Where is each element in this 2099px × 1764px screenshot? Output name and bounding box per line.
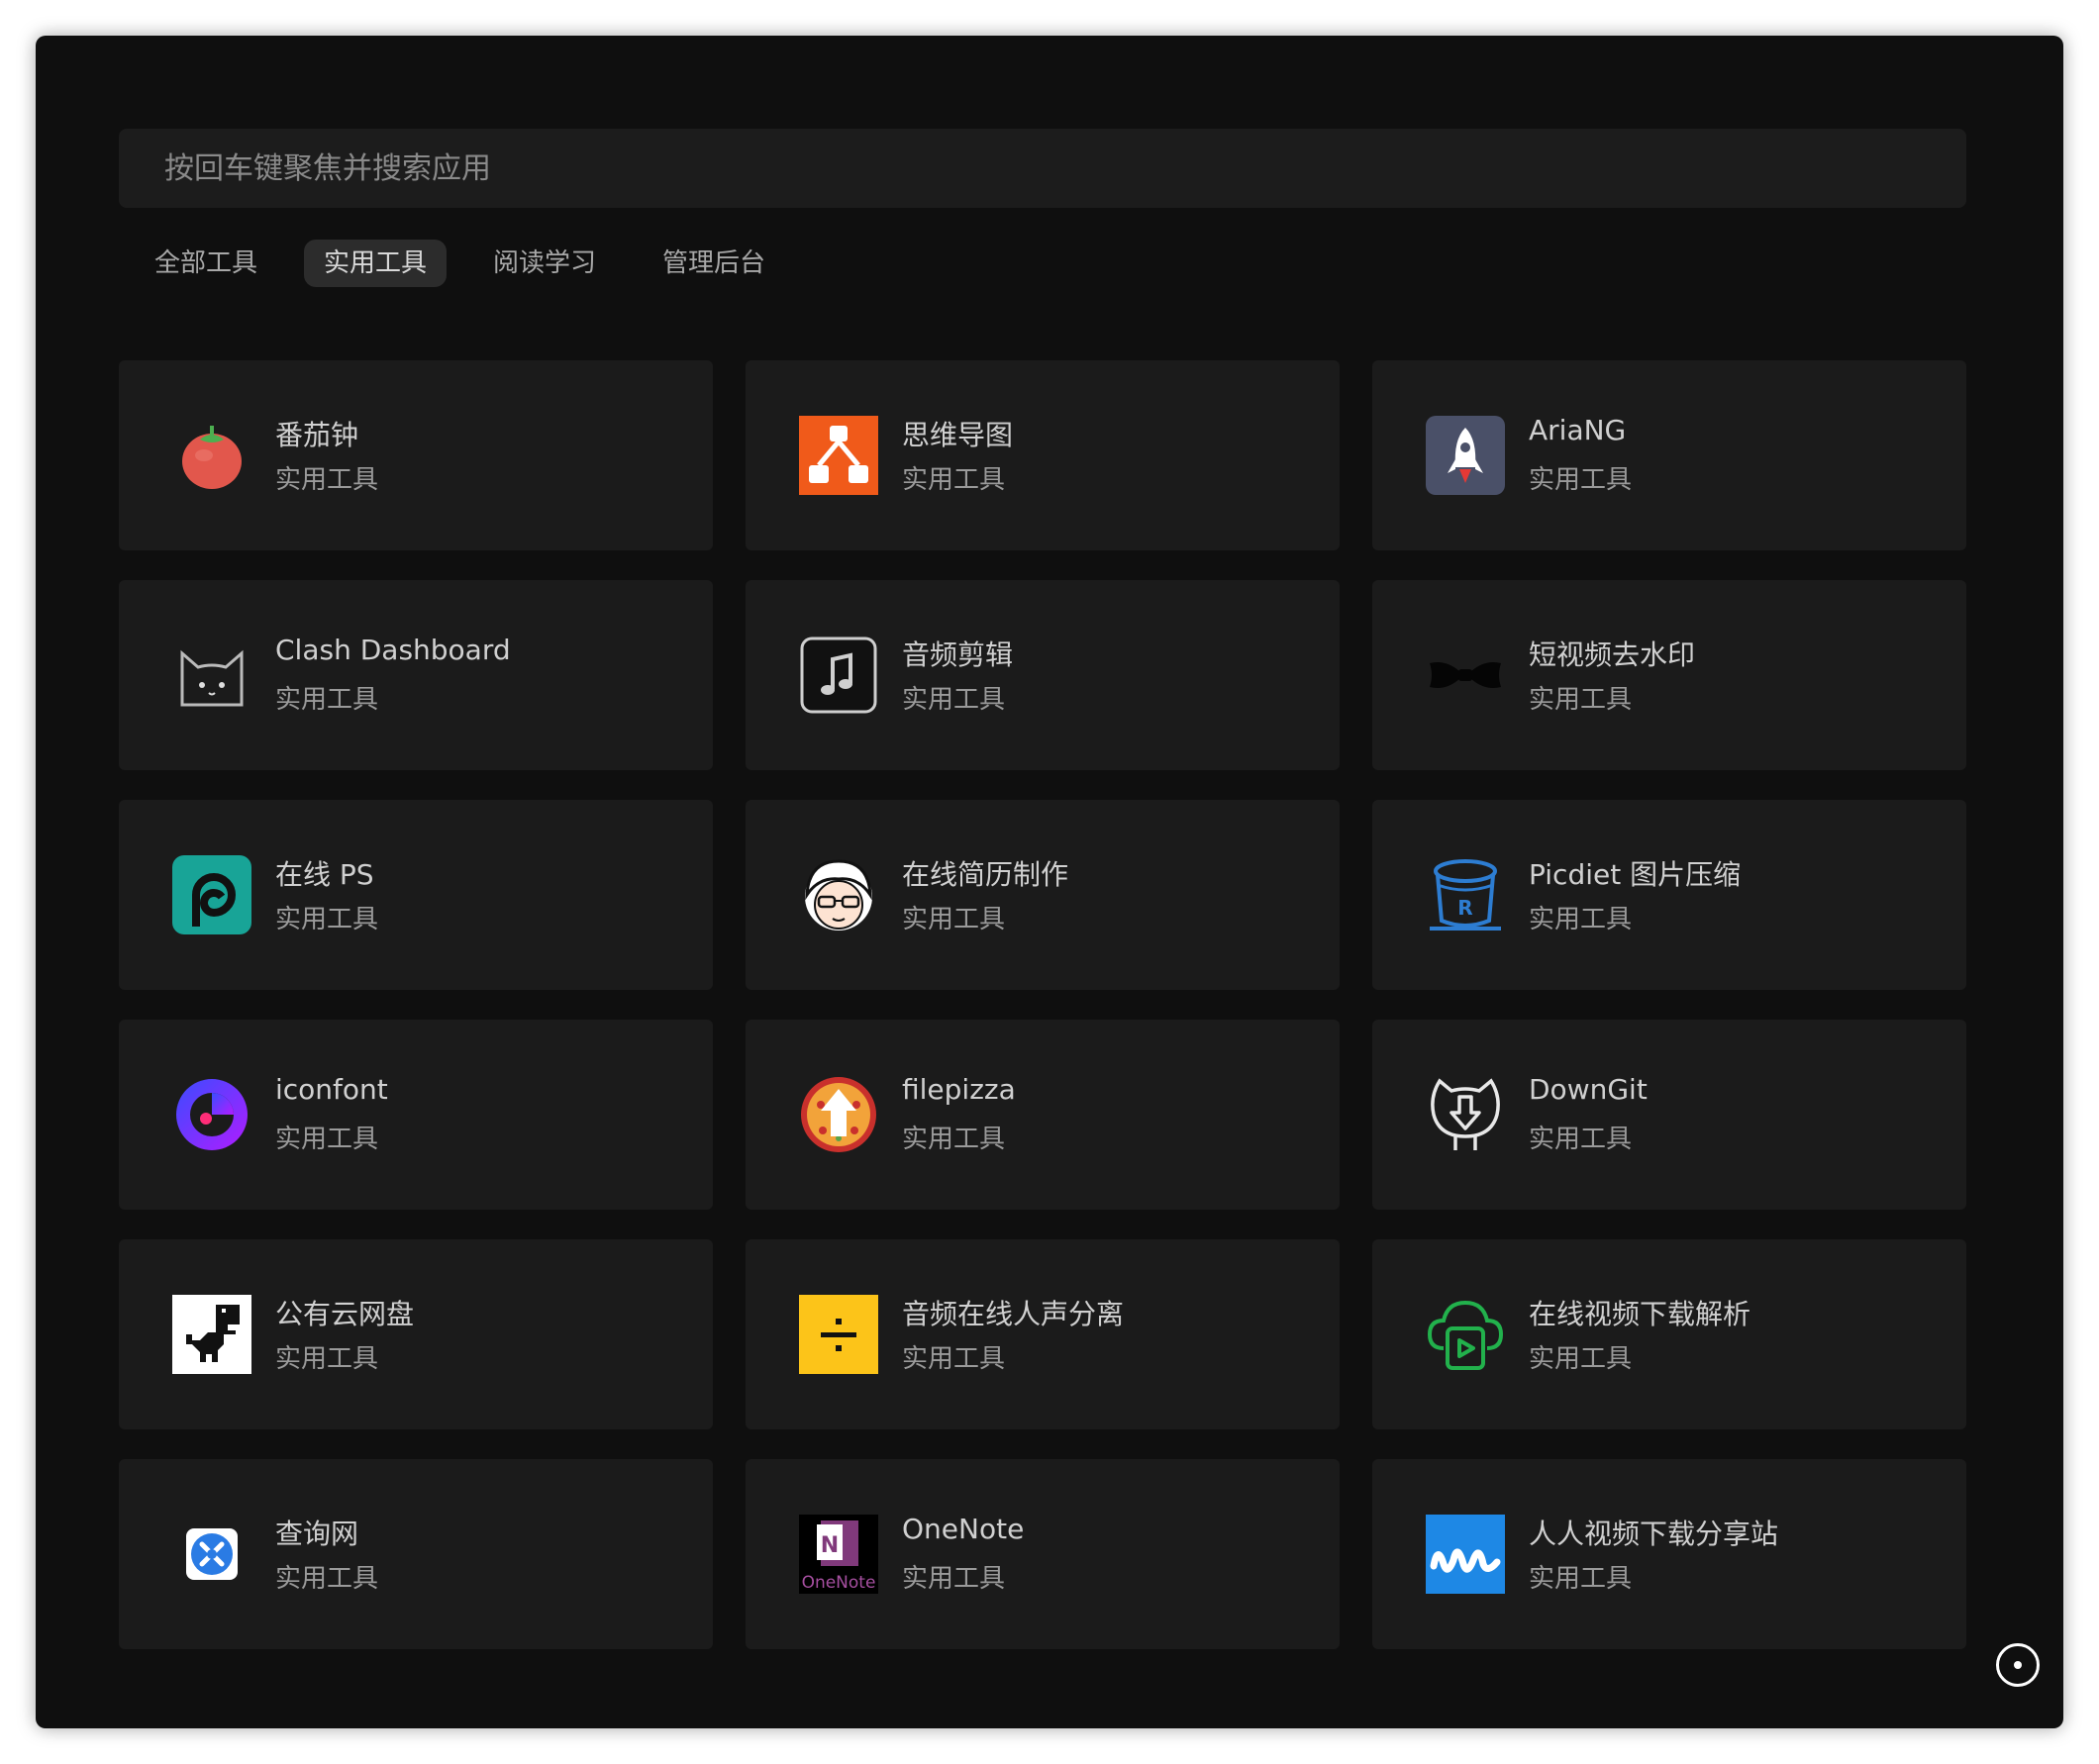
category-tabs: 全部工具 实用工具 阅读学习 管理后台	[154, 240, 812, 287]
app-card-video-download[interactable]: 在线视频下载解析 实用工具	[1372, 1239, 1966, 1429]
app-title: 音频在线人声分离	[902, 1298, 1125, 1330]
app-card-picdiet[interactable]: R Picdiet 图片压缩 实用工具	[1372, 800, 1966, 990]
bowtie-icon	[1426, 636, 1505, 715]
iconfont-icon	[172, 1075, 251, 1154]
bucket-icon: R	[1426, 855, 1505, 934]
app-category: 实用工具	[275, 685, 379, 715]
svg-text:R: R	[1457, 896, 1472, 920]
app-card-filepizza[interactable]: filepizza 实用工具	[746, 1020, 1340, 1210]
music-note-icon	[799, 636, 878, 715]
app-title: 番茄钟	[275, 419, 359, 451]
app-title: OneNote	[902, 1513, 1025, 1545]
cat-icon	[172, 636, 251, 715]
app-card-mindmap[interactable]: 思维导图 实用工具	[746, 360, 1340, 550]
pizza-icon	[799, 1075, 878, 1154]
app-title: 在线视频下载解析	[1529, 1298, 1751, 1330]
app-category: 实用工具	[1529, 1564, 1633, 1594]
app-category: 实用工具	[902, 465, 1006, 495]
app-card-iconfont[interactable]: iconfont 实用工具	[119, 1020, 713, 1210]
app-category: 实用工具	[1529, 1344, 1633, 1374]
app-card-renren-video[interactable]: 人人视频下载分享站 实用工具	[1372, 1459, 1966, 1649]
wave-logo-icon	[1426, 1515, 1505, 1594]
app-title: AriaNG	[1529, 414, 1627, 446]
search-input[interactable]	[119, 129, 1966, 208]
app-category: 实用工具	[275, 1564, 379, 1594]
app-card-watermark[interactable]: 短视频去水印 实用工具	[1372, 580, 1966, 770]
app-category: 实用工具	[902, 1344, 1006, 1374]
tomato-icon	[172, 416, 251, 495]
app-category: 实用工具	[275, 1125, 379, 1154]
app-window: 全部工具 实用工具 阅读学习 管理后台 番茄钟 实用工具	[36, 36, 2063, 1728]
app-title: 短视频去水印	[1529, 638, 1696, 671]
dino-icon	[172, 1295, 251, 1374]
app-category: 实用工具	[902, 905, 1006, 934]
app-card-vocal-separation[interactable]: 音频在线人声分离 实用工具	[746, 1239, 1340, 1429]
avatar-face-icon	[799, 855, 878, 934]
svg-text:OneNote: OneNote	[802, 1573, 876, 1593]
app-card-online-ps[interactable]: 在线 PS 实用工具	[119, 800, 713, 990]
app-title: iconfont	[275, 1073, 388, 1106]
app-title: 公有云网盘	[275, 1298, 415, 1330]
app-card-onenote[interactable]: N OneNote OneNote 实用工具	[746, 1459, 1340, 1649]
app-category: 实用工具	[275, 465, 379, 495]
app-title: Picdiet 图片压缩	[1529, 858, 1742, 891]
photopea-icon	[172, 855, 251, 934]
svg-text:N: N	[821, 1533, 839, 1558]
app-category: 实用工具	[1529, 685, 1633, 715]
app-card-cloud-drive[interactable]: 公有云网盘 实用工具	[119, 1239, 713, 1429]
github-download-icon	[1426, 1075, 1505, 1154]
app-category: 实用工具	[902, 685, 1006, 715]
app-card-ariang[interactable]: AriaNG 实用工具	[1372, 360, 1966, 550]
app-title: 思维导图	[902, 419, 1014, 451]
app-category: 实用工具	[1529, 1125, 1633, 1154]
app-card-resume[interactable]: 在线简历制作 实用工具	[746, 800, 1340, 990]
app-category: 实用工具	[275, 1344, 379, 1374]
target-icon[interactable]	[1996, 1643, 2040, 1687]
app-category: 实用工具	[902, 1564, 1006, 1594]
app-title: filepizza	[902, 1073, 1016, 1106]
app-card-audio-edit[interactable]: 音频剪辑 实用工具	[746, 580, 1340, 770]
divide-icon	[799, 1295, 878, 1374]
app-category: 实用工具	[275, 905, 379, 934]
app-category: 实用工具	[1529, 905, 1633, 934]
rocket-icon	[1426, 416, 1505, 495]
app-title: DownGit	[1529, 1073, 1648, 1106]
tab-utility-tools[interactable]: 实用工具	[304, 240, 448, 287]
app-title: 在线 PS	[275, 858, 374, 891]
app-category: 实用工具	[1529, 465, 1633, 495]
onenote-icon: N OneNote	[799, 1515, 878, 1594]
app-title: Clash Dashboard	[275, 634, 511, 666]
app-card-downgit[interactable]: DownGit 实用工具	[1372, 1020, 1966, 1210]
mindmap-icon	[799, 416, 878, 495]
cloud-video-icon	[1426, 1295, 1505, 1374]
tab-admin[interactable]: 管理后台	[643, 240, 785, 287]
app-card-pomodoro[interactable]: 番茄钟 实用工具	[119, 360, 713, 550]
tab-reading-study[interactable]: 阅读学习	[473, 240, 616, 287]
app-title: 人人视频下载分享站	[1529, 1518, 1779, 1550]
app-title: 在线简历制作	[902, 858, 1069, 891]
app-category: 实用工具	[902, 1125, 1006, 1154]
tab-all-tools[interactable]: 全部工具	[135, 240, 277, 287]
tools-icon	[172, 1515, 251, 1594]
app-title: 查询网	[275, 1518, 359, 1550]
app-card-clash[interactable]: Clash Dashboard 实用工具	[119, 580, 713, 770]
app-title: 音频剪辑	[902, 638, 1014, 671]
app-card-query-site[interactable]: 查询网 实用工具	[119, 1459, 713, 1649]
